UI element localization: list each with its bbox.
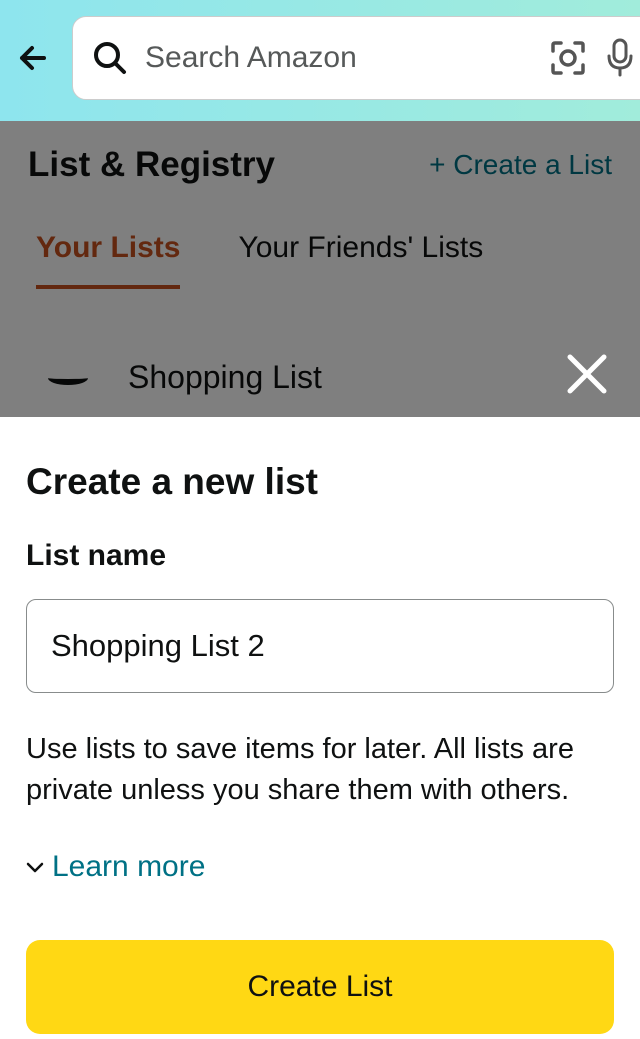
- back-arrow-icon: [14, 38, 54, 78]
- close-icon: [566, 353, 608, 395]
- search-bar[interactable]: [72, 16, 640, 100]
- list-name-label: List name: [26, 539, 614, 573]
- microphone-icon[interactable]: [605, 38, 635, 78]
- search-input[interactable]: [145, 41, 531, 75]
- close-button[interactable]: [566, 353, 608, 400]
- search-icon: [93, 41, 127, 75]
- create-list-button[interactable]: Create List: [26, 940, 614, 1034]
- create-list-modal: Create a new list List name Use lists to…: [0, 417, 640, 1039]
- learn-more-link[interactable]: Learn more: [26, 850, 614, 884]
- chevron-down-icon: [26, 860, 44, 874]
- app-header: [0, 0, 640, 121]
- back-button[interactable]: [14, 38, 54, 78]
- modal-title: Create a new list: [26, 461, 614, 503]
- learn-more-text: Learn more: [52, 850, 205, 884]
- camera-scan-icon[interactable]: [549, 39, 587, 77]
- helper-text: Use lists to save items for later. All l…: [26, 729, 614, 810]
- content-area: List & Registry + Create a List Your Lis…: [0, 121, 640, 1039]
- modal-overlay[interactable]: [0, 121, 640, 417]
- list-name-input[interactable]: [26, 599, 614, 693]
